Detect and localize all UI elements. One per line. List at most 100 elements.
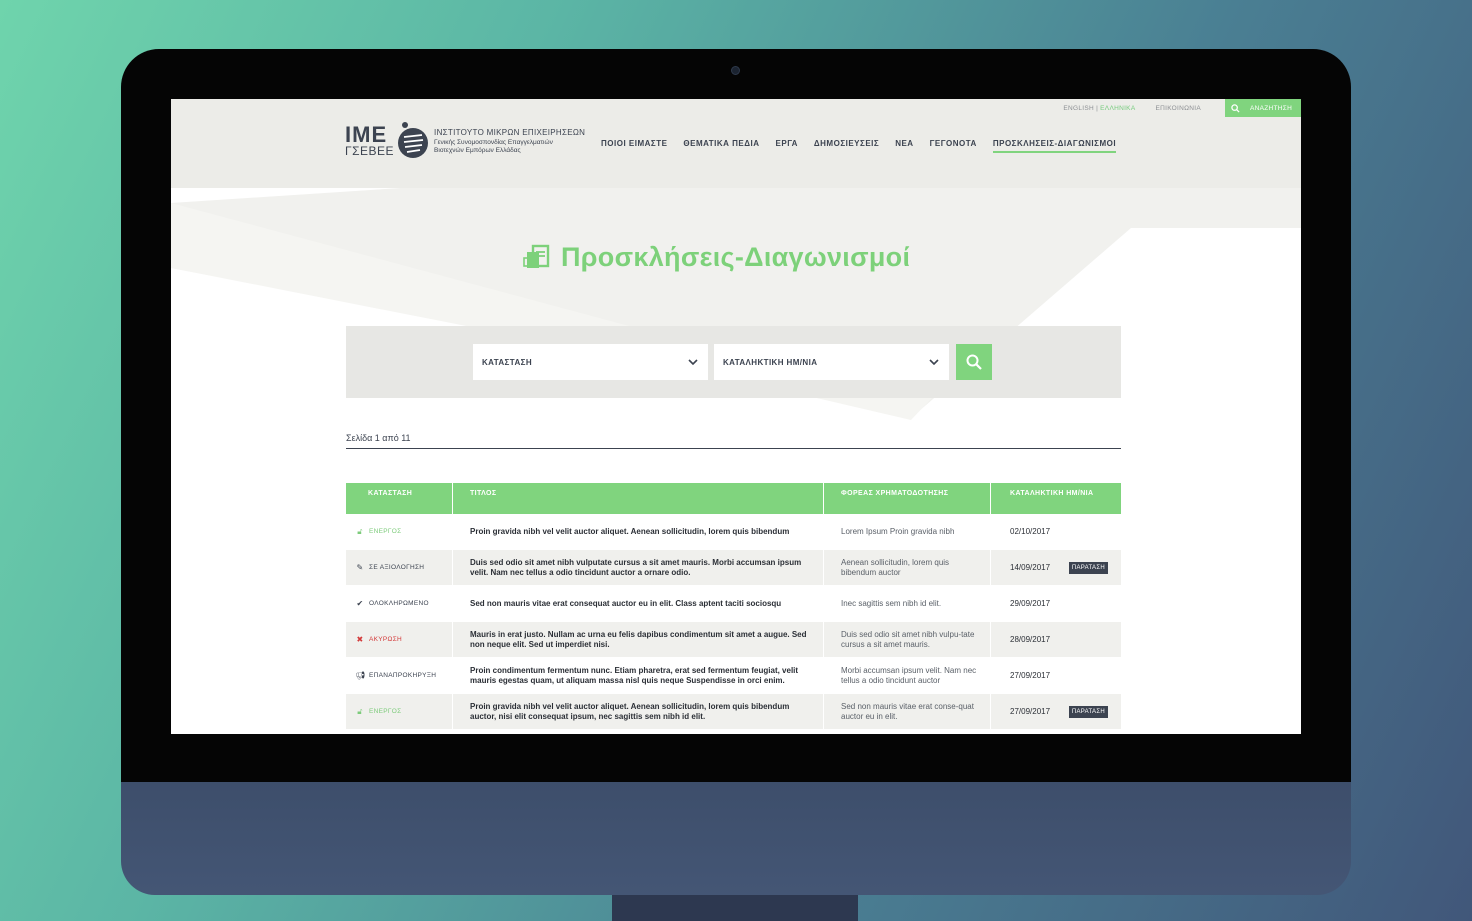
header-funder[interactable]: ΦΟΡΕΑΣ ΧΡΗΜΑΤΟΔΟΤΗΣΗΣ	[824, 483, 991, 514]
deadline-cell: 02/10/2017	[991, 514, 1121, 549]
unlock-icon: 🔓︎	[357, 526, 363, 536]
contact-link[interactable]: ΕΠΙΚΟΙΝΩΝΙΑ	[1155, 105, 1201, 112]
nav-calls-tenders[interactable]: ΠΡΟΣΚΛΗΣΕΙΣ-ΔΙΑΓΩΝΙΣΜΟΙ	[992, 139, 1117, 153]
logo-confederation-2: Βιοτεχνών Εμπόρων Ελλάδας	[434, 146, 521, 154]
webcam	[731, 66, 740, 75]
table-row[interactable]: 📢︎ ΕΠΑΝΑΠΡΟΚΗΡΥΞΗ Proin condimentum ferme…	[346, 658, 1121, 694]
title-cell[interactable]: Sed non mauris vitae erat consequat auct…	[453, 586, 824, 621]
main-nav: ΠΟΙΟΙ ΕΙΜΑΣΤΕ ΘΕΜΑΤΙΚΑ ΠΕΔΙΑ ΕΡΓΑ ΔΗΜΟΣΙ…	[601, 139, 1132, 153]
lang-english[interactable]: ENGLISH	[1063, 105, 1094, 112]
deadline-date: 29/09/2017	[1010, 598, 1051, 608]
filter-search-button[interactable]	[956, 344, 992, 380]
filter-bar: ΚΑΤΑΣΤΑΣΗ ΚΑΤΑΛΗΚΤΙΚΗ ΗΜ/ΝΙΑ	[346, 326, 1121, 398]
table-header: ΚΑΤΑΣΤΑΣΗ ΤΙΤΛΟΣ ΦΟΡΕΑΣ ΧΡΗΜΑΤΟΔΟΤΗΣΗΣ Κ…	[346, 483, 1121, 514]
status-label: ΕΝΕΡΓΟΣ	[369, 707, 402, 715]
status-cell: ✎ ΣΕ ΑΞΙΟΛΟΓΗΣΗ	[346, 550, 453, 585]
nav-thematic-fields[interactable]: ΘΕΜΑΤΙΚΑ ΠΕΔΙΑ	[683, 139, 759, 153]
status-cell: ✖ ΑΚΥΡΩΣΗ	[346, 622, 453, 657]
funder-cell: Lorem Ipsum Proin gravida nibh	[824, 514, 991, 549]
table-row[interactable]: ✔ ΟΛΟΚΛΗΡΩΜΕΝΟ Sed non mauris vitae erat …	[346, 586, 1121, 622]
deadline-cell: 27/09/2017 ΠΑΡΑΤΑΣΗ	[991, 694, 1121, 729]
logo-institute: ΙΝΣΤΙΤΟΥΤΟ ΜΙΚΡΩΝ ΕΠΙΧΕΙΡΗΣΕΩΝ	[434, 127, 586, 137]
screen: ENGLISH | ΕΛΛΗΝΙΚΑ ΕΠΙΚΟΙΝΩΝΙΑ ΑΝΑΖΗΤΗΣΗ…	[171, 99, 1301, 734]
deadline-date: 27/09/2017	[1010, 670, 1051, 680]
cross-icon: ✖	[356, 634, 364, 644]
funder-cell: Morbi accumsan ipsum velit. Nam nec tell…	[824, 658, 991, 693]
deadline-select[interactable]: ΚΑΤΑΛΗΚΤΙΚΗ ΗΜ/ΝΙΑ	[714, 344, 949, 380]
nav-who-we-are[interactable]: ΠΟΙΟΙ ΕΙΜΑΣΤΕ	[601, 139, 667, 153]
content-area: Προσκλήσεις-Διαγωνισμοί ΚΑΤΑΣΤΑΣΗ ΚΑΤΑΛΗ…	[171, 188, 1301, 734]
status-cell: ✔ ΟΛΟΚΛΗΡΩΜΕΝΟ	[346, 586, 453, 621]
logo-text: ΙΝΣΤΙΤΟΥΤΟ ΜΙΚΡΩΝ ΕΠΙΧΕΙΡΗΣΕΩΝ Γενικής Σ…	[434, 128, 585, 155]
megaphone-icon: 📢︎	[355, 670, 366, 680]
logo-confederation: Γενικής Συνομοσπονδίας Επαγγελματιών	[434, 138, 553, 146]
page-title: Προσκλήσεις-Διαγωνισμοί	[561, 242, 911, 272]
title-cell[interactable]: Mauris in erat justo. Nullam ac urna eu …	[453, 622, 824, 657]
search-icon	[966, 354, 982, 370]
status-label: ΕΠΑΝΑΠΡΟΚΗΡΥΞΗ	[369, 671, 437, 679]
header-deadline[interactable]: ΚΑΤΑΛΗΚΤΙΚΗ ΗΜ/ΝΙΑ	[991, 483, 1121, 514]
logo-emblem-icon	[398, 122, 429, 158]
deadline-date: 27/09/2017	[1010, 706, 1051, 716]
page-count: Σελίδα 1 από 11	[346, 433, 411, 443]
status-cell: 📢︎ ΕΠΑΝΑΠΡΟΚΗΡΥΞΗ	[346, 658, 453, 693]
table-row[interactable]: ✖ ΑΚΥΡΩΣΗ Mauris in erat justo. Nullam ac…	[346, 622, 1121, 658]
monitor-bezel: ENGLISH | ΕΛΛΗΝΙΚΑ ΕΠΙΚΟΙΝΩΝΙΑ ΑΝΑΖΗΤΗΣΗ…	[121, 49, 1351, 782]
top-bar: ENGLISH | ΕΛΛΗΝΙΚΑ ΕΠΙΚΟΙΝΩΝΙΑ ΑΝΑΖΗΤΗΣΗ	[1063, 99, 1301, 117]
site-header: ENGLISH | ΕΛΛΗΝΙΚΑ ΕΠΙΚΟΙΝΩΝΙΑ ΑΝΑΖΗΤΗΣΗ…	[171, 99, 1301, 188]
logo-ime: IME	[345, 122, 388, 147]
pencil-icon: ✎	[356, 562, 364, 572]
nav-publications[interactable]: ΔΗΜΟΣΙΕΥΣΕΙΣ	[814, 139, 879, 153]
table-row[interactable]: 🔓︎ ΕΝΕΡΓΟΣ Proin gravida nibh vel velit a…	[346, 514, 1121, 550]
deadline-cell: 29/09/2017	[991, 586, 1121, 621]
title-cell[interactable]: Proin condimentum fermentum nunc. Etiam …	[453, 658, 824, 693]
monitor-stand	[612, 895, 858, 921]
lang-greek[interactable]: ΕΛΛΗΝΙΚΑ	[1100, 105, 1135, 112]
logo-wordmark: IME ΓΣΕΒΕΕ	[345, 122, 395, 158]
table-row[interactable]: ✎ ΣΕ ΑΞΙΟΛΟΓΗΣΗ Duis sed odio sit amet ni…	[346, 550, 1121, 586]
status-cell: 🔓︎ ΕΝΕΡΓΟΣ	[346, 514, 453, 549]
deadline-date: 02/10/2017	[1010, 526, 1051, 536]
site-logo[interactable]: IME ΓΣΕΒΕΕ ΙΝΣΤΙΤΟΥΤΟ ΜΙΚΡΩΝ ΕΠΙΧΕΙΡΗΣΕΩ…	[345, 119, 585, 163]
nav-projects[interactable]: ΕΡΓΑ	[776, 139, 798, 153]
status-label: ΕΝΕΡΓΟΣ	[369, 527, 402, 535]
nav-news[interactable]: ΝΕΑ	[895, 139, 913, 153]
monitor: ENGLISH | ΕΛΛΗΝΙΚΑ ΕΠΙΚΟΙΝΩΝΙΑ ΑΝΑΖΗΤΗΣΗ…	[121, 49, 1351, 895]
status-select-label: ΚΑΤΑΣΤΑΣΗ	[482, 357, 533, 367]
status-cell: 🔓︎ ΕΝΕΡΓΟΣ	[346, 694, 453, 729]
deadline-date: 14/09/2017	[1010, 562, 1051, 572]
page-heading: Προσκλήσεις-Διαγωνισμοί	[523, 242, 910, 273]
search-button[interactable]: ΑΝΑΖΗΤΗΣΗ	[1225, 99, 1301, 117]
extension-badge: ΠΑΡΑΤΑΣΗ	[1068, 705, 1108, 718]
check-icon: ✔	[356, 598, 364, 608]
funder-cell: Inec sagittis sem nibh id elit.	[824, 586, 991, 621]
calls-table: ΚΑΤΑΣΤΑΣΗ ΤΙΤΛΟΣ ΦΟΡΕΑΣ ΧΡΗΜΑΤΟΔΟΤΗΣΗΣ Κ…	[346, 483, 1121, 730]
status-label: ΑΚΥΡΩΣΗ	[369, 635, 403, 643]
extension-badge: ΠΑΡΑΤΑΣΗ	[1068, 561, 1108, 574]
header-title[interactable]: ΤΙΤΛΟΣ	[453, 483, 824, 514]
status-label: ΟΛΟΚΛΗΡΩΜΕΝΟ	[369, 599, 429, 607]
funder-cell: Aenean sollicitudin, lorem quis bibendum…	[824, 550, 991, 585]
deadline-date: 28/09/2017	[1010, 634, 1051, 644]
pagination-info: Σελίδα 1 από 11	[346, 428, 1121, 449]
funder-cell: Duis sed odio sit amet nibh vulpu-tate c…	[824, 622, 991, 657]
logo-gsevee: ΓΣΕΒΕΕ	[345, 144, 395, 158]
chevron-down-icon	[929, 359, 939, 365]
deadline-cell: 27/09/2017	[991, 658, 1121, 693]
monitor-chin	[121, 782, 1351, 895]
deadline-cell: 14/09/2017 ΠΑΡΑΤΑΣΗ	[991, 550, 1121, 585]
search-icon	[1231, 103, 1240, 113]
funder-cell: Sed non mauris vitae erat conse-quat auc…	[824, 694, 991, 729]
language-switcher: ENGLISH | ΕΛΛΗΝΙΚΑ	[1063, 105, 1135, 112]
title-cell[interactable]: Duis sed odio sit amet nibh vulputate cu…	[453, 550, 824, 585]
header-status[interactable]: ΚΑΤΑΣΤΑΣΗ	[346, 483, 453, 514]
document-icon	[523, 244, 550, 268]
table-row[interactable]: 🔓︎ ΕΝΕΡΓΟΣ Proin gravida nibh vel velit a…	[346, 694, 1121, 730]
status-label: ΣΕ ΑΞΙΟΛΟΓΗΣΗ	[369, 563, 425, 571]
title-cell[interactable]: Proin gravida nibh vel velit auctor aliq…	[453, 694, 824, 729]
status-select[interactable]: ΚΑΤΑΣΤΑΣΗ	[473, 344, 708, 380]
nav-events[interactable]: ΓΕΓΟΝΟΤΑ	[930, 139, 977, 153]
search-label: ΑΝΑΖΗΤΗΣΗ	[1250, 104, 1293, 112]
title-cell[interactable]: Proin gravida nibh vel velit auctor aliq…	[453, 514, 824, 549]
deadline-cell: 28/09/2017	[991, 622, 1121, 657]
